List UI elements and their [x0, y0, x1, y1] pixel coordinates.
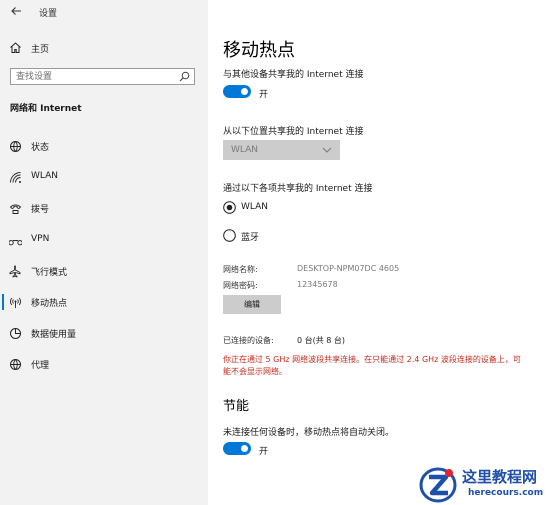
title-bar: 设置	[0, 0, 208, 24]
band-warning: 你正在通过 5 GHz 网络波段共享连接。在只能通过 2.4 GHz 波段连接的…	[223, 355, 521, 376]
site-watermark: 这里教程网 herecours.com	[418, 462, 554, 505]
share-from-heading: 从以下位置共享我的 Internet 连接	[223, 127, 364, 137]
radio-bluetooth[interactable]	[223, 229, 236, 242]
sidebar-item-airplane-mode[interactable]: 飞行模式	[0, 260, 208, 282]
radio-wlan-label: WLAN	[241, 202, 269, 212]
sidebar-item-label: 移动热点	[31, 299, 68, 309]
hotspot-icon	[9, 296, 22, 309]
share-heading: 与其他设备共享我的 Internet 连接	[223, 70, 364, 80]
sidebar: 设置 主页 网络和 Internet 状态 WLAN 拨号	[0, 0, 208, 505]
chevron-down-icon	[322, 146, 332, 154]
share-from-dropdown[interactable]: WLAN	[223, 140, 340, 160]
sidebar-item-label: VPN	[31, 234, 50, 244]
share-toggle[interactable]	[223, 85, 251, 98]
search-icon[interactable]	[179, 71, 190, 82]
phone-icon	[9, 202, 22, 215]
sidebar-item-label: 数据使用量	[31, 330, 77, 340]
share-toggle-label: 开	[259, 90, 269, 100]
app-title: 设置	[39, 9, 58, 19]
watermark-title: 这里教程网	[462, 468, 538, 486]
globe-icon	[9, 140, 22, 153]
main-content: 移动热点 与其他设备共享我的 Internet 连接 开 从以下位置共享我的 I…	[208, 0, 554, 505]
search-input[interactable]	[11, 69, 181, 84]
watermark-logo-icon	[418, 464, 458, 504]
sidebar-item-label: 状态	[31, 143, 50, 153]
airplane-icon	[9, 265, 22, 278]
share-via-heading: 通过以下各项共享我的 Internet 连接	[223, 184, 373, 194]
sidebar-item-status[interactable]: 状态	[0, 135, 208, 157]
connected-devices-label: 已连接的设备:	[223, 336, 274, 345]
back-arrow-icon[interactable]	[10, 5, 22, 17]
radio-wlan[interactable]	[223, 201, 236, 214]
sidebar-item-dialup[interactable]: 拨号	[0, 197, 208, 219]
sidebar-item-label: WLAN	[31, 171, 59, 181]
network-name-value: DESKTOP-NPM07DC 4605	[297, 264, 400, 273]
sidebar-item-vpn[interactable]: VPN	[0, 229, 208, 251]
power-toggle[interactable]	[223, 442, 251, 455]
share-from-value: WLAN	[231, 145, 259, 155]
sidebar-item-label: 拨号	[31, 205, 50, 215]
power-toggle-label: 开	[259, 447, 269, 457]
pie-chart-icon	[9, 327, 22, 340]
globe-icon	[9, 358, 22, 371]
sidebar-item-wlan[interactable]: WLAN	[0, 166, 208, 188]
wifi-icon	[9, 171, 22, 184]
sidebar-item-mobile-hotspot[interactable]: 移动热点	[0, 291, 208, 313]
sidebar-item-proxy[interactable]: 代理	[0, 353, 208, 375]
power-heading: 节能	[223, 399, 250, 414]
selection-indicator	[2, 294, 4, 310]
home-icon	[9, 41, 22, 54]
toggle-knob	[241, 445, 248, 452]
toggle-knob	[241, 88, 248, 95]
network-password-label: 网络密码:	[223, 281, 258, 290]
vpn-icon	[9, 234, 22, 247]
watermark-url: herecours.com	[468, 488, 544, 498]
page-title: 移动热点	[223, 40, 295, 61]
section-title: 网络和 Internet	[10, 104, 82, 114]
sidebar-item-data-usage[interactable]: 数据使用量	[0, 322, 208, 344]
sidebar-item-home[interactable]: 主页	[0, 38, 208, 58]
network-name-label: 网络名称:	[223, 265, 258, 274]
power-description: 未连接任何设备时，移动热点将自动关闭。	[223, 428, 395, 438]
network-password-value: 12345678	[297, 280, 338, 289]
home-label: 主页	[31, 45, 50, 55]
connected-devices-value: 0 台(共 8 台)	[297, 336, 346, 345]
edit-button[interactable]: 编辑	[223, 295, 281, 314]
search-box[interactable]	[10, 68, 195, 85]
sidebar-item-label: 飞行模式	[31, 268, 68, 278]
radio-bluetooth-label: 蓝牙	[241, 233, 260, 243]
sidebar-item-label: 代理	[31, 361, 50, 371]
